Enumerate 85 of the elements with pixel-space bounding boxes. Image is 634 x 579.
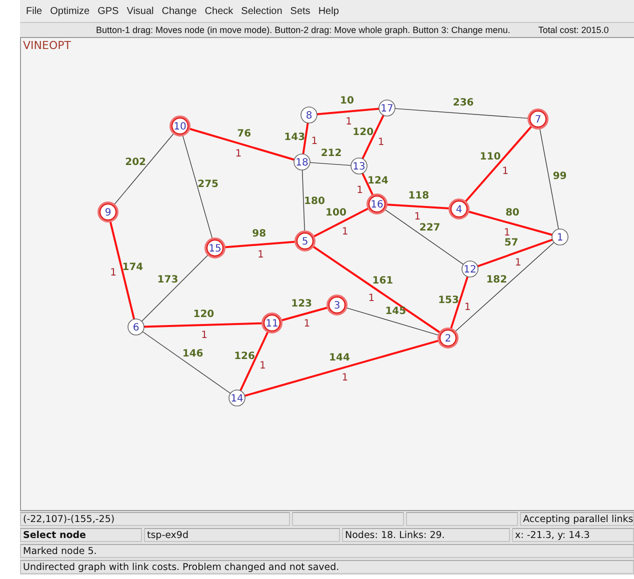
edge-cost-label: 182: [486, 274, 508, 286]
menu-item[interactable]: Sets: [286, 6, 314, 16]
edge-flow-label: 1: [504, 228, 510, 239]
edge-cost-label: 143: [284, 132, 306, 143]
edge-cost-label: 57: [504, 238, 518, 249]
edge-cost-label: 126: [234, 350, 255, 362]
edge-cost-label: 145: [385, 306, 406, 317]
problem-state: Undirected graph with link costs. Problem changed and not saved.: [20, 560, 634, 574]
graph-node[interactable]: 6: [128, 318, 144, 336]
edge-cost-label: 275: [198, 178, 218, 190]
edge-flow-label: 1: [342, 226, 348, 238]
menu-item[interactable]: Optimize: [46, 6, 94, 16]
edge-flow-label: 1: [356, 184, 364, 196]
file-name: tsp-ex9d: [144, 528, 340, 542]
edge-flow-label: 1: [311, 136, 318, 147]
graph-node[interactable]: 5: [294, 230, 316, 252]
edge-cost-label: 99: [552, 170, 567, 182]
edge-cost-label: 173: [157, 274, 178, 286]
graph-node[interactable]: 15: [204, 238, 226, 258]
edge-flow-label: 1: [414, 211, 421, 222]
edge-cost-label: 236: [452, 98, 474, 109]
edge-cost-label: 118: [408, 190, 430, 202]
graph-node[interactable]: 8: [300, 106, 318, 124]
mode-note: Accepting parallel links: [520, 512, 634, 526]
edge-cost-label: 10: [340, 96, 354, 107]
edge-flow-label: 1: [258, 249, 264, 260]
graph-node[interactable]: 17: [378, 100, 396, 116]
edge-cost-label: 110: [480, 152, 501, 163]
edge-cost-label: 161: [372, 275, 394, 286]
edge-flow-label: 1: [342, 372, 348, 384]
edge-flow-label: 1: [110, 268, 116, 279]
edge-cost-label: 76: [237, 128, 252, 140]
tool-mode: Select node: [20, 528, 142, 542]
edge-cost-label: 120: [193, 309, 214, 320]
edge-cost-label: 98: [252, 228, 266, 240]
cursor-position: x: -21.3, y: 14.3: [512, 528, 634, 542]
menu-item[interactable]: File: [22, 6, 46, 16]
edge-cost-label: 120: [352, 127, 374, 138]
menu-item[interactable]: GPS: [94, 6, 123, 16]
edge-cost-label: 123: [291, 298, 312, 310]
edge-cost-label: 144: [329, 352, 350, 364]
edge-cost-label: 153: [438, 295, 459, 306]
menu-item[interactable]: Visual: [122, 6, 158, 16]
edge-cost-label: 227: [419, 222, 440, 234]
edge-flow-label: 1: [378, 136, 384, 148]
edge-cost-label: 100: [326, 208, 346, 219]
graph-node[interactable]: 3: [326, 294, 348, 316]
edge-flow-label: 1: [201, 330, 208, 341]
graph-node[interactable]: 1: [552, 228, 568, 246]
graph-node[interactable]: 14: [228, 390, 246, 406]
edge-flow-label: 1: [514, 257, 522, 268]
total-cost: Total cost: 2015.0: [538, 25, 609, 35]
graph-node[interactable]: 13: [350, 158, 368, 174]
graph-node[interactable]: 11: [262, 312, 282, 334]
edge-flow-label: 1: [346, 116, 352, 128]
graph-node[interactable]: 16: [366, 194, 388, 214]
edge-flow-label: 1: [304, 318, 310, 330]
graph-counts: Nodes: 18. Links: 29.: [342, 528, 510, 542]
graph-node[interactable]: 12: [462, 260, 478, 278]
edge-cost-label: 124: [368, 175, 388, 186]
edge-cost-label: 212: [320, 148, 342, 160]
graph-node[interactable]: 7: [528, 108, 548, 130]
edge-cost-label: 174: [122, 262, 144, 273]
menu-item[interactable]: Check: [200, 6, 238, 16]
menu-item[interactable]: Help: [314, 6, 343, 16]
status-message: Marked node 5.: [20, 544, 634, 558]
graph-node[interactable]: 4: [448, 198, 470, 220]
edge-cost-label: 80: [505, 207, 520, 218]
menu-item[interactable]: Change: [158, 6, 201, 16]
edge-cost-label: 202: [125, 156, 146, 168]
graph-node[interactable]: 9: [98, 202, 118, 222]
edge-cost-label: 146: [182, 348, 204, 360]
edge-cost-label: 180: [304, 196, 325, 208]
region-field: (-22,107)-(155,-25): [20, 512, 290, 526]
graph-node[interactable]: 2: [438, 328, 458, 348]
edge-flow-label: 1: [368, 292, 375, 304]
help-hint: Button-1 drag: Moves node (in move mode). Button-2 drag: Move whole graph. Button 3: Change menu.: [96, 25, 510, 35]
edge-flow-label: 1: [464, 302, 471, 314]
graph-node[interactable]: 18: [294, 154, 310, 170]
edge-flow-label: 1: [259, 360, 266, 372]
canvas-title: VINEOPT: [23, 39, 71, 52]
graph-node[interactable]: 10: [170, 116, 190, 136]
edge-flow-label: 1: [502, 166, 508, 177]
menu-item[interactable]: Selection: [237, 6, 286, 16]
edge-flow-label: 1: [235, 148, 242, 160]
